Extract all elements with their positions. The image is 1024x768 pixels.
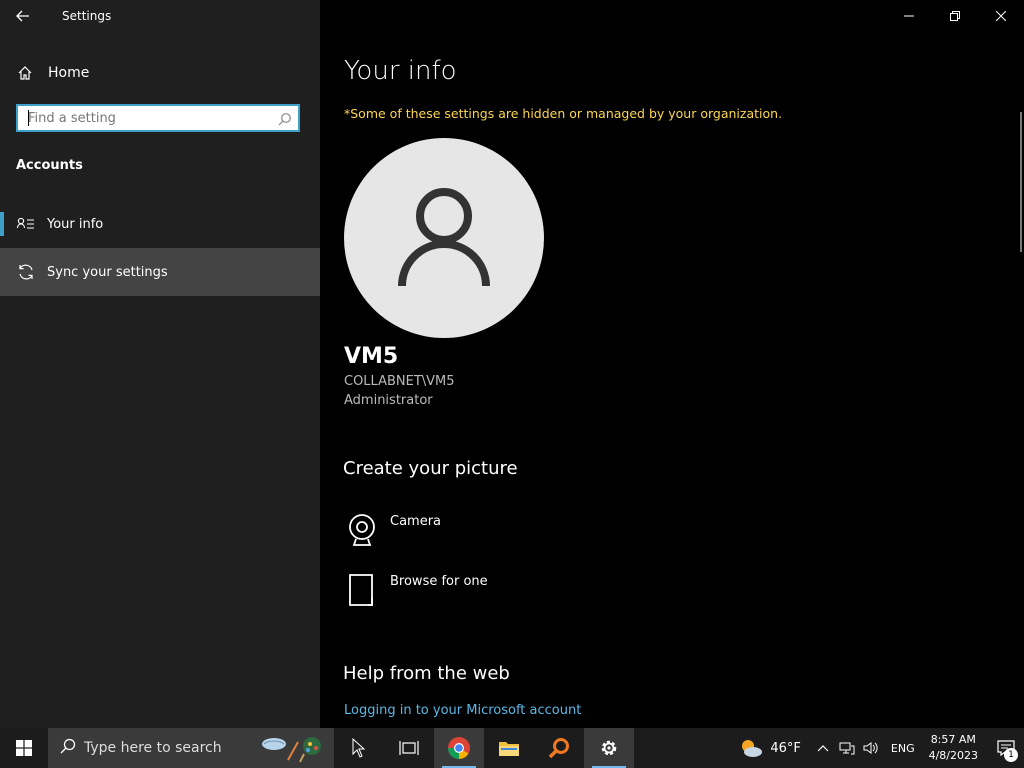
close-button[interactable] (978, 0, 1024, 32)
browse-file-icon (344, 572, 380, 608)
mouse-pointer-icon (352, 738, 366, 758)
weather-temperature: 46°F (770, 740, 801, 756)
start-button[interactable] (0, 728, 48, 768)
folder-icon (499, 742, 519, 756)
action-center-button[interactable]: 1 (988, 728, 1024, 768)
home-nav-item[interactable]: Home (0, 56, 320, 90)
active-indicator (0, 212, 4, 236)
sidebar-item-label: Sync your settings (47, 264, 168, 280)
user-silhouette-icon (398, 188, 490, 287)
minimize-button[interactable] (886, 0, 932, 32)
notification-count-badge: 1 (1004, 748, 1018, 762)
file-explorer-button[interactable] (484, 728, 534, 768)
taskbar: Type here to search 46°F ENG 8:57 AM 4/8… (0, 728, 1024, 768)
weather-partly-cloudy-icon (742, 740, 763, 757)
clock-time: 8:57 AM (930, 733, 976, 746)
page-title: Your info (344, 56, 457, 86)
chrome-icon (448, 737, 470, 759)
task-view-icon (399, 741, 419, 755)
search-icon (60, 738, 76, 758)
taskbar-search-box[interactable]: Type here to search (48, 728, 334, 768)
search-highlight-doodle-icon (260, 732, 326, 768)
settings-search-box[interactable] (16, 104, 300, 132)
network-icon[interactable] (835, 741, 859, 755)
input-language-indicator[interactable]: ENG (891, 742, 915, 755)
settings-search-input[interactable] (18, 106, 268, 130)
volume-icon[interactable] (859, 741, 883, 755)
search-app-button[interactable] (534, 728, 584, 768)
chrome-button[interactable] (434, 728, 484, 768)
back-arrow-icon (16, 10, 29, 22)
gear-icon (601, 740, 617, 756)
search-icon[interactable] (278, 111, 292, 130)
contact-info-icon (16, 217, 36, 231)
taskbar-search-placeholder: Type here to search (84, 740, 222, 756)
windows-logo-icon (16, 740, 32, 756)
magnifier-app-icon (548, 738, 569, 759)
help-heading: Help from the web (343, 663, 510, 684)
browse-option[interactable]: Browse for one (344, 572, 488, 608)
camera-option-label: Camera (390, 514, 442, 529)
sidebar-item-sync-your-settings[interactable]: Sync your settings (0, 248, 320, 296)
weather-widget[interactable]: 46°F (738, 737, 801, 759)
clock-date: 4/8/2023 (928, 749, 978, 762)
back-button[interactable] (10, 4, 36, 28)
minimize-icon (904, 15, 914, 17)
camera-option[interactable]: Camera (344, 512, 441, 548)
user-role: Administrator (344, 393, 433, 408)
home-label: Home (48, 65, 90, 81)
window-controls (886, 0, 1024, 32)
taskbar-clock[interactable]: 8:57 AM 4/8/2023 (929, 732, 978, 764)
microsoft-account-help-link[interactable]: Logging in to your Microsoft account (344, 703, 581, 718)
sidebar-item-your-info[interactable]: Your info (0, 200, 320, 248)
camera-icon (344, 512, 380, 548)
settings-window: Settings Home Accounts Your info (0, 0, 1024, 728)
title-bar: Settings (0, 0, 320, 32)
main-content: Your info *Some of these settings are hi… (320, 0, 1024, 728)
show-hidden-icons-chevron-icon[interactable] (811, 744, 835, 752)
restore-button[interactable] (932, 0, 978, 32)
cursor-app-button[interactable] (334, 728, 384, 768)
browse-option-label: Browse for one (390, 574, 488, 589)
user-display-name: VM5 (344, 344, 399, 369)
settings-taskbar-button[interactable] (584, 728, 634, 768)
sync-icon (16, 263, 36, 281)
task-view-button[interactable] (384, 728, 434, 768)
app-title: Settings (62, 9, 112, 23)
system-tray: 46°F ENG 8:57 AM 4/8/2023 1 (738, 728, 1024, 768)
managed-notice: *Some of these settings are hidden or ma… (344, 106, 783, 121)
user-account-name: COLLABNET\VM5 (344, 374, 455, 389)
sidebar: Settings Home Accounts Your info (0, 0, 320, 728)
scrollbar[interactable] (1020, 112, 1022, 252)
sidebar-item-label: Your info (47, 216, 104, 232)
home-icon (16, 65, 34, 81)
avatar (344, 138, 544, 338)
close-icon (996, 11, 1006, 21)
restore-icon (950, 11, 960, 21)
create-picture-heading: Create your picture (343, 458, 518, 479)
text-caret (28, 110, 29, 126)
section-label-accounts: Accounts (16, 158, 83, 173)
